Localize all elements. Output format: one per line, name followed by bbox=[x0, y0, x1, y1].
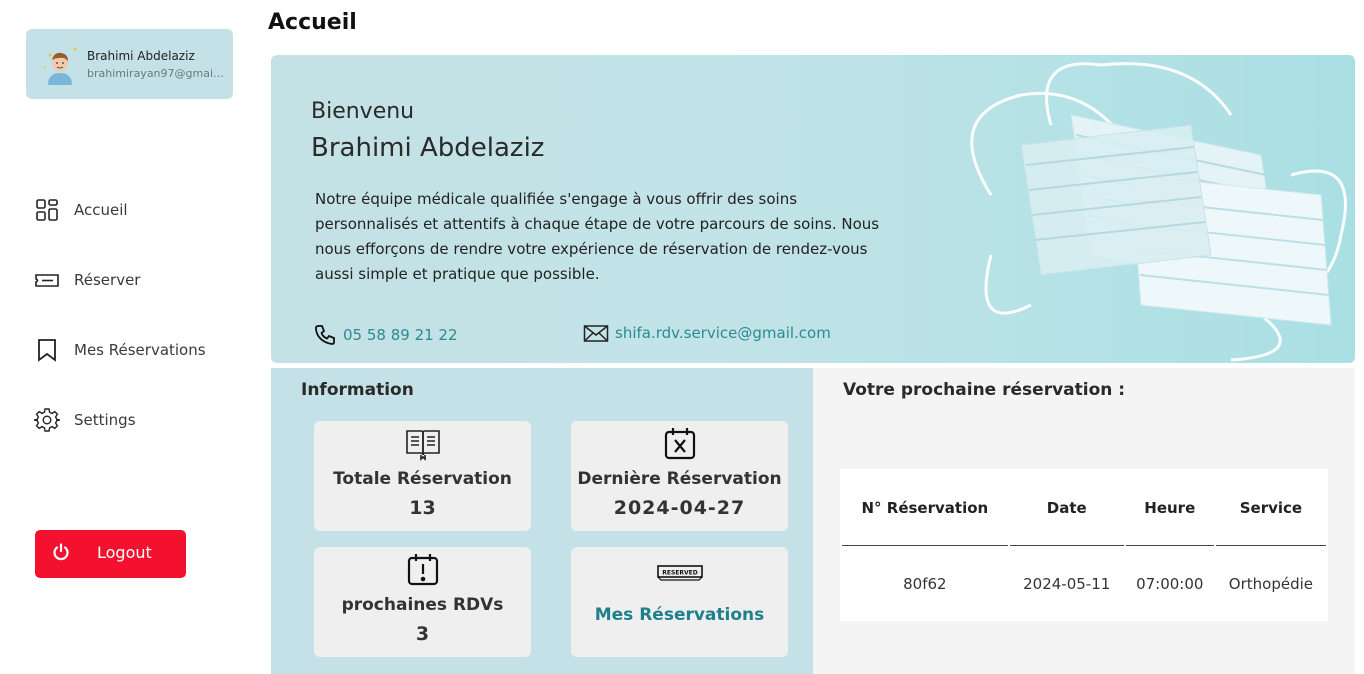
total-reservations-card: Totale Réservation 13 bbox=[314, 421, 531, 531]
column-header: Service bbox=[1215, 469, 1326, 546]
table-row[interactable]: 80f62 2024-05-11 07:00:00 Orthopédie bbox=[842, 546, 1326, 621]
information-panel: Information Totale Réservation 13 Derniè… bbox=[271, 368, 813, 674]
power-icon bbox=[53, 543, 69, 561]
user-name: Brahimi Abdelaziz bbox=[87, 49, 195, 63]
welcome-banner: Bienvenu Brahimi Abdelaziz Notre équipe … bbox=[271, 55, 1355, 363]
gear-icon bbox=[34, 408, 60, 432]
reservation-service: Orthopédie bbox=[1228, 574, 1314, 593]
logout-label: Logout bbox=[97, 543, 152, 562]
sidebar-item-settings[interactable]: Settings bbox=[34, 405, 136, 435]
my-reservations-card[interactable]: RESERVED Mes Réservations bbox=[571, 547, 788, 657]
card-label: prochaines RDVs bbox=[341, 595, 504, 615]
column-header: N° Réservation bbox=[842, 469, 1008, 546]
calendar-x-icon bbox=[664, 428, 695, 460]
card-label: Dernière Réservation bbox=[577, 469, 782, 489]
upcoming-appointments-card: prochaines RDVs 3 bbox=[314, 547, 531, 657]
welcome-user-name: Brahimi Abdelaziz bbox=[311, 133, 545, 163]
card-value: 2024-04-27 bbox=[613, 497, 746, 519]
book-icon bbox=[405, 430, 440, 461]
medical-masks-image bbox=[970, 62, 1347, 362]
reservation-number: 80f62 bbox=[903, 574, 947, 593]
page-title: Accueil bbox=[268, 10, 357, 35]
contact-email[interactable]: shifa.rdv.service@gmail.com bbox=[583, 323, 831, 343]
table-header-row: N° Réservation Date Heure Service bbox=[842, 469, 1326, 546]
information-title: Information bbox=[301, 380, 414, 400]
phone-number: 05 58 89 21 22 bbox=[343, 326, 458, 344]
column-header: Heure bbox=[1125, 469, 1214, 546]
bookmark-icon bbox=[38, 339, 56, 362]
next-reservation-panel: Votre prochaine réservation : N° Réserva… bbox=[813, 368, 1355, 674]
email-address: shifa.rdv.service@gmail.com bbox=[615, 324, 831, 342]
column-header: Date bbox=[1009, 469, 1124, 546]
ticket-icon bbox=[35, 274, 59, 287]
sidebar-item-reserver[interactable]: Réserver bbox=[34, 265, 140, 295]
sidebar-item-label: Accueil bbox=[74, 201, 128, 219]
welcome-label: Bienvenu bbox=[311, 99, 415, 124]
reservation-table: N° Réservation Date Heure Service 80f62 … bbox=[840, 469, 1328, 621]
reservation-date: 2024-05-11 bbox=[1023, 574, 1111, 593]
sidebar: Brahimi Abdelaziz brahimirayan97@gmail.c… bbox=[0, 0, 260, 674]
reserved-sign-icon: RESERVED bbox=[656, 565, 703, 581]
calendar-alert-icon bbox=[407, 554, 438, 586]
avatar bbox=[44, 47, 77, 85]
logout-button[interactable]: Logout bbox=[35, 530, 186, 578]
mail-icon bbox=[583, 325, 609, 342]
card-value: 13 bbox=[409, 497, 436, 519]
my-reservations-link[interactable]: Mes Réservations bbox=[571, 605, 788, 625]
phone-icon bbox=[315, 325, 335, 345]
card-value: 3 bbox=[415, 623, 430, 645]
dashboard-icon bbox=[36, 199, 58, 221]
sidebar-item-label: Settings bbox=[74, 411, 136, 429]
user-profile-card[interactable]: Brahimi Abdelaziz brahimirayan97@gmail.c… bbox=[26, 29, 233, 99]
next-reservation-title: Votre prochaine réservation : bbox=[843, 380, 1126, 400]
sidebar-item-label: Mes Réservations bbox=[74, 341, 206, 359]
last-reservation-card: Dernière Réservation 2024-04-27 bbox=[571, 421, 788, 531]
user-email: brahimirayan97@gmail.com bbox=[87, 67, 227, 80]
contact-phone[interactable]: 05 58 89 21 22 bbox=[313, 323, 458, 347]
sidebar-item-accueil[interactable]: Accueil bbox=[34, 195, 128, 225]
reservation-time: 07:00:00 bbox=[1136, 574, 1204, 593]
svg-text:RESERVED: RESERVED bbox=[662, 570, 698, 577]
sidebar-item-label: Réserver bbox=[74, 271, 141, 289]
welcome-description: Notre équipe médicale qualifiée s'engage… bbox=[315, 190, 880, 283]
card-label: Totale Réservation bbox=[333, 469, 512, 489]
sidebar-item-mes-reservations[interactable]: Mes Réservations bbox=[34, 335, 206, 365]
